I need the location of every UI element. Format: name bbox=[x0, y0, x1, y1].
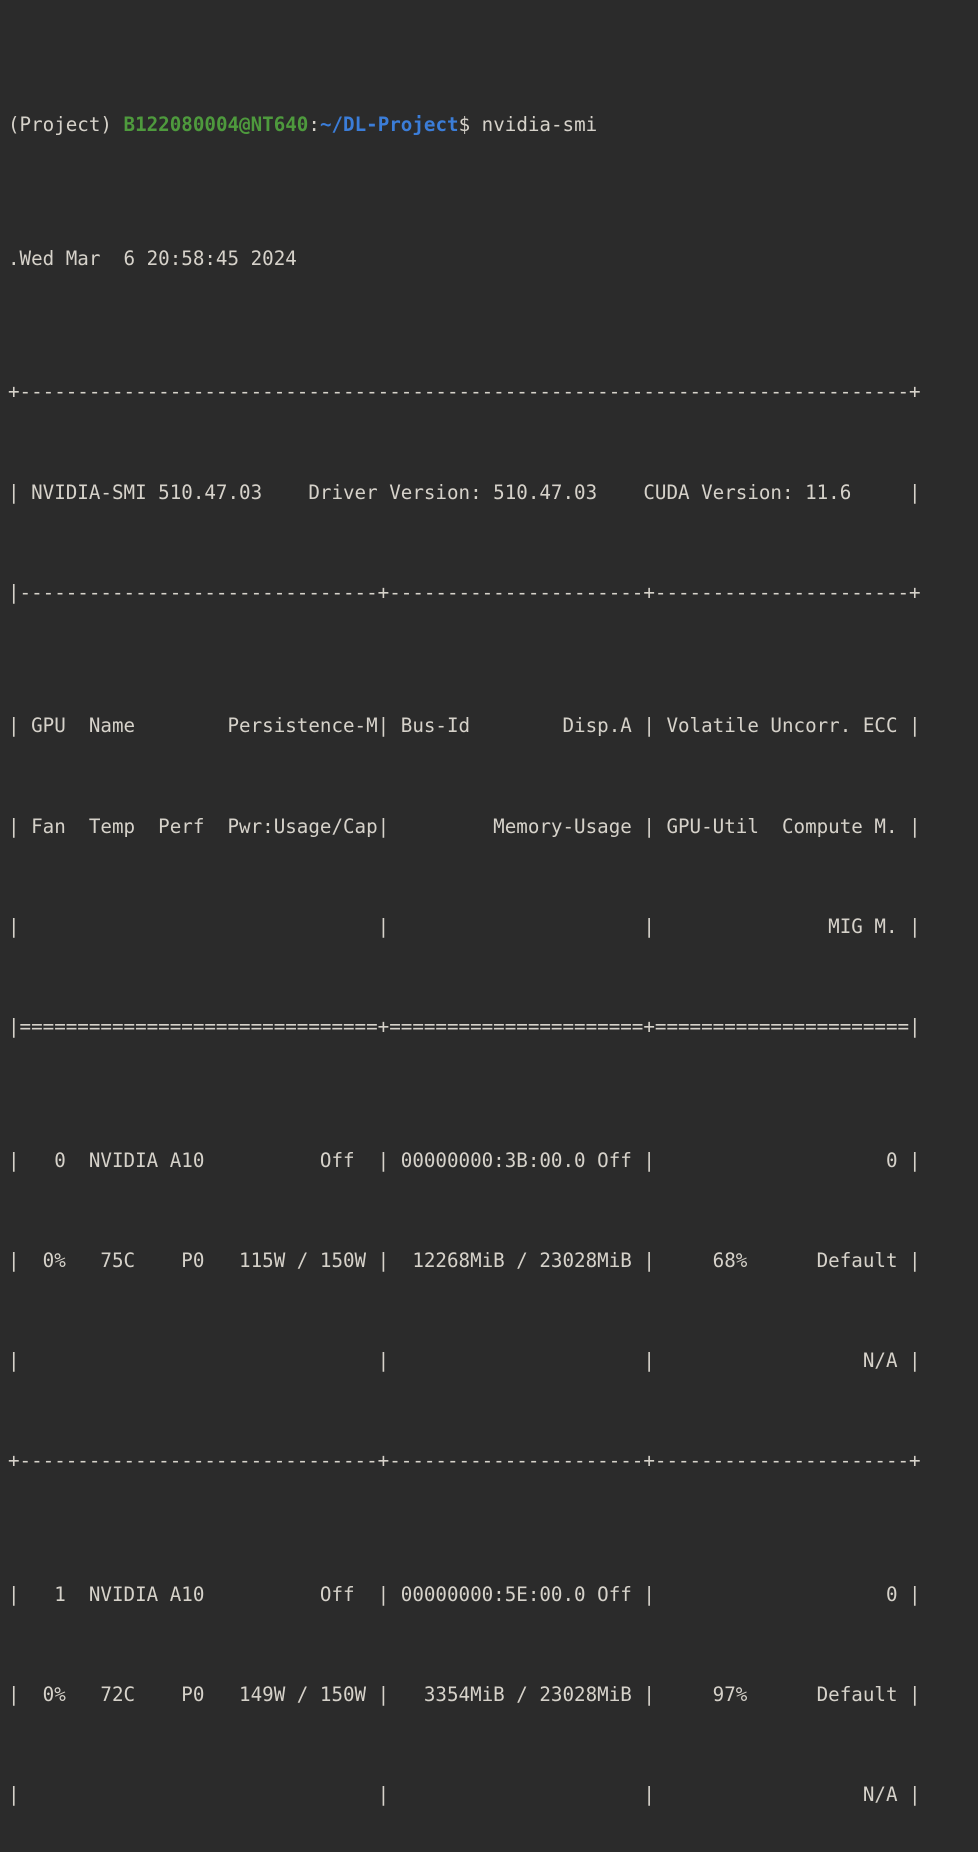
gpu-row: | 0% 75C P0 115W / 150W | 12268MiB / 230… bbox=[8, 1248, 921, 1272]
smi-header-row-1: | GPU Name Persistence-M| Bus-Id Disp.A … bbox=[8, 714, 921, 738]
smi-border-top: +---------------------------------------… bbox=[8, 380, 921, 404]
timestamp-line: .Wed Mar 6 20:58:45 2024 bbox=[8, 246, 297, 270]
gpu-row: | 1 NVIDIA A10 Off | 00000000:5E:00.0 Of… bbox=[8, 1582, 921, 1606]
prompt-env: (Project) bbox=[8, 113, 124, 137]
prompt-path: ~/DL-Project bbox=[319, 113, 459, 137]
gpu-row: | 0% 72C P0 149W / 150W | 3354MiB / 2302… bbox=[8, 1683, 921, 1707]
prompt-sigil: $ bbox=[458, 113, 482, 137]
smi-version-line: | NVIDIA-SMI 510.47.03 Driver Version: 5… bbox=[8, 480, 921, 504]
smi-header-row-2: | Fan Temp Perf Pwr:Usage/Cap| Memory-Us… bbox=[8, 814, 921, 838]
gpu-row: | | | N/A | bbox=[8, 1349, 921, 1373]
prompt-line: (Project) B122080004@NT640:~/DL-Project$… bbox=[8, 108, 978, 141]
smi-header-row-3: | | | MIG M. | bbox=[8, 914, 921, 938]
prompt-command: nvidia-smi bbox=[481, 113, 598, 137]
terminal-window[interactable]: (Project) B122080004@NT640:~/DL-Project$… bbox=[0, 0, 978, 1806]
gpu-row: | | | N/A | bbox=[8, 1783, 921, 1807]
smi-border-row-sep: +-------------------------------+-------… bbox=[8, 1449, 921, 1473]
smi-border-double: |===============================+=======… bbox=[8, 1015, 921, 1039]
prompt-colon: : bbox=[308, 113, 320, 137]
prompt-user-host: B122080004@NT640 bbox=[123, 113, 309, 137]
gpu-row: | 0 NVIDIA A10 Off | 00000000:3B:00.0 Of… bbox=[8, 1148, 921, 1172]
smi-border-head-sep: |-------------------------------+-------… bbox=[8, 580, 921, 604]
